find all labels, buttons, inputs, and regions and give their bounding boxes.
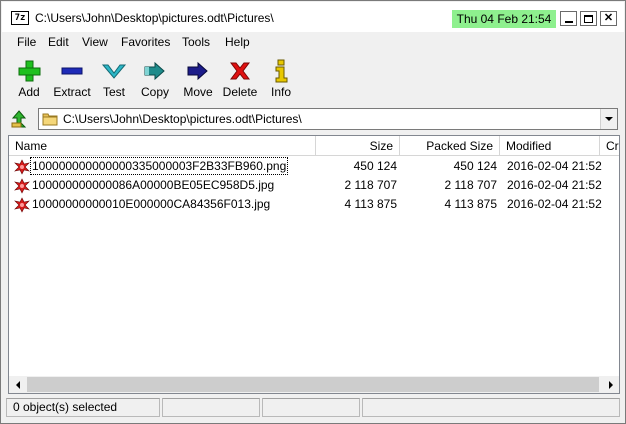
file-name: 100000000000000335000003F2B33FB960.png xyxy=(29,157,289,175)
status-panel-3 xyxy=(262,398,360,417)
scroll-left-button[interactable] xyxy=(9,376,26,393)
address-bar xyxy=(2,107,624,131)
close-icon: ✕ xyxy=(603,12,614,24)
menu-file[interactable]: File xyxy=(16,35,37,49)
add-button[interactable]: Add xyxy=(12,59,46,101)
status-panel-4 xyxy=(362,398,620,417)
toolbar: Add Extract Test Copy Move Delete Info xyxy=(2,55,624,103)
image-file-icon xyxy=(14,159,30,175)
copy-button[interactable]: Copy xyxy=(138,59,172,101)
list-rows: 100000000000000335000003F2B33FB960.png 4… xyxy=(9,157,619,214)
maximize-button[interactable] xyxy=(580,11,597,26)
menu-favorites[interactable]: Favorites xyxy=(120,35,171,49)
copy-arrow-icon xyxy=(144,61,165,81)
column-header-created[interactable]: Cr xyxy=(600,136,619,156)
column-header-name[interactable]: Name xyxy=(9,136,316,156)
chevron-left-icon xyxy=(15,380,20,389)
file-packed-size: 450 124 xyxy=(453,159,497,173)
delete-label: Delete xyxy=(222,85,258,99)
file-packed-size: 4 113 875 xyxy=(444,197,498,211)
copy-label: Copy xyxy=(140,85,169,99)
status-selection: 0 object(s) selected xyxy=(6,398,160,417)
menu-help[interactable]: Help xyxy=(224,35,251,49)
scroll-thumb[interactable] xyxy=(27,377,599,392)
column-header-modified[interactable]: Modified xyxy=(500,136,600,156)
folder-icon xyxy=(42,113,58,126)
horizontal-scrollbar[interactable] xyxy=(9,376,619,393)
extract-label: Extract xyxy=(53,85,91,99)
chevron-right-icon xyxy=(608,380,613,389)
delete-button[interactable]: Delete xyxy=(222,59,258,101)
file-size: 450 124 xyxy=(353,159,397,173)
minimize-icon xyxy=(564,20,573,23)
menu-view[interactable]: View xyxy=(81,35,109,49)
window-title: C:\Users\John\Desktop\pictures.odt\Pictu… xyxy=(35,11,274,25)
info-button[interactable]: Info xyxy=(266,59,296,101)
status-panel-2 xyxy=(162,398,260,417)
test-label: Test xyxy=(102,85,125,99)
file-packed-size: 2 118 707 xyxy=(444,178,498,192)
address-combo[interactable] xyxy=(38,108,618,130)
plus-icon xyxy=(18,60,41,82)
file-name: 10000000000010E000000CA84356F013.jpg xyxy=(32,197,271,211)
info-label: Info xyxy=(270,85,291,99)
menu-tools[interactable]: Tools xyxy=(181,35,211,49)
scroll-right-button[interactable] xyxy=(602,376,619,393)
menu-bar: File Edit View Favorites Tools Help xyxy=(2,33,624,53)
maximize-icon xyxy=(584,14,593,23)
move-arrow-icon xyxy=(187,61,208,81)
info-icon xyxy=(275,59,288,83)
app-icon[interactable]: 7z xyxy=(11,11,29,25)
file-name: 100000000000086A00000BE05EC958D5.jpg xyxy=(32,178,275,192)
file-size: 2 118 707 xyxy=(344,178,398,192)
file-list[interactable]: Name Size Packed Size Modified Cr 100000… xyxy=(8,135,620,394)
check-icon xyxy=(101,64,127,79)
clock: Thu 04 Feb 21:54 xyxy=(452,10,556,28)
file-modified: 2016-02-04 21:52 xyxy=(507,197,602,211)
image-file-icon xyxy=(14,197,30,213)
close-button[interactable]: ✕ xyxy=(600,11,617,26)
move-label: Move xyxy=(183,85,213,99)
list-item[interactable]: 10000000000010E000000CA84356F013.jpg 4 1… xyxy=(9,195,619,214)
column-header-packed-size[interactable]: Packed Size xyxy=(400,136,500,156)
menu-edit[interactable]: Edit xyxy=(47,35,70,49)
column-header-size[interactable]: Size xyxy=(316,136,400,156)
list-header: Name Size Packed Size Modified Cr xyxy=(9,136,619,156)
test-button[interactable]: Test xyxy=(98,59,130,101)
minimize-button[interactable] xyxy=(560,11,577,26)
minus-icon xyxy=(61,67,83,75)
window: 7z C:\Users\John\Desktop\pictures.odt\Pi… xyxy=(0,0,626,424)
file-modified: 2016-02-04 21:52 xyxy=(507,178,602,192)
up-folder-icon[interactable] xyxy=(9,109,29,129)
chevron-down-icon xyxy=(605,117,613,121)
address-dropdown-button[interactable] xyxy=(600,109,617,129)
list-item[interactable]: 100000000000086A00000BE05EC958D5.jpg 2 1… xyxy=(9,176,619,195)
extract-button[interactable]: Extract xyxy=(52,59,92,101)
list-item[interactable]: 100000000000000335000003F2B33FB960.png 4… xyxy=(9,157,619,176)
file-modified: 2016-02-04 21:52 xyxy=(507,159,602,173)
image-file-icon xyxy=(14,178,30,194)
file-size: 4 113 875 xyxy=(344,197,398,211)
delete-x-icon xyxy=(230,62,250,80)
title-bar[interactable]: 7z C:\Users\John\Desktop\pictures.odt\Pi… xyxy=(2,2,624,32)
address-input[interactable] xyxy=(63,111,593,127)
status-bar: 0 object(s) selected xyxy=(2,397,624,419)
add-label: Add xyxy=(18,85,40,99)
move-button[interactable]: Move xyxy=(180,59,216,101)
